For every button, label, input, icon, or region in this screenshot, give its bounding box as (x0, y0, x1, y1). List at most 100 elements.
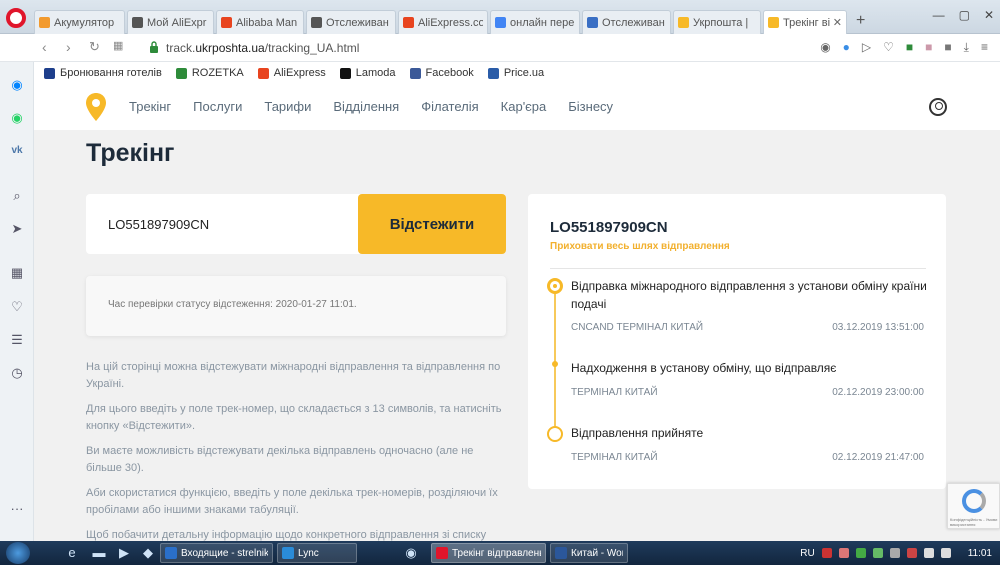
search-icon[interactable]: ⌕ (10, 189, 24, 203)
start-button[interactable] (6, 542, 30, 564)
forward-icon[interactable]: › (66, 39, 71, 55)
back-icon[interactable]: ‹ (42, 39, 47, 55)
browser-tab[interactable]: Укрпошта | (673, 10, 761, 34)
browser-tab[interactable]: Трекінг відп✕ (763, 10, 847, 34)
tray-app-icon[interactable] (838, 548, 849, 558)
site-nav-item[interactable]: Бізнесу (568, 99, 613, 114)
menu-icon[interactable]: ≡ (981, 40, 988, 55)
bookmark-label: AliExpress (273, 67, 326, 79)
bookmark-label: ROZETKA (191, 67, 244, 79)
vk-icon[interactable]: vk (10, 144, 24, 158)
heart-icon[interactable]: ♡ (10, 300, 24, 314)
close-window-icon[interactable]: ✕ (984, 8, 994, 22)
app-icon[interactable]: ◆ (140, 545, 156, 561)
ie-icon[interactable]: e (64, 545, 80, 561)
reload-icon[interactable]: ↻ (89, 39, 100, 55)
tab-label: Отслеживан (602, 16, 665, 29)
tray-app-icon[interactable] (872, 548, 883, 558)
browser-tab[interactable]: AliExpress.co (398, 10, 488, 34)
folder-icon[interactable]: ▬ (91, 545, 107, 561)
network-icon[interactable] (923, 548, 934, 558)
track-number-input[interactable] (86, 194, 358, 254)
bookmark-favicon-icon (44, 67, 55, 79)
more-icon[interactable]: ··· (10, 502, 24, 516)
task-app-icon (555, 547, 567, 559)
site-nav-item[interactable]: Тарифи (264, 99, 311, 114)
site-nav-item[interactable]: Послуги (193, 99, 242, 114)
bookmark-favicon-icon (339, 67, 351, 79)
site-nav-item[interactable]: Трекінг (129, 99, 171, 114)
track-button[interactable]: Відстежити (358, 194, 506, 254)
whatsapp-icon[interactable]: ◉ (10, 111, 24, 125)
tray-app-icon[interactable] (889, 548, 900, 558)
timeline-start-dot-icon (547, 426, 563, 442)
heart-icon[interactable]: ♡ (883, 40, 894, 55)
download-icon[interactable]: ⤓ (964, 40, 969, 55)
bookmark-item[interactable]: AliExpress (257, 67, 326, 79)
bookmark-favicon-icon (409, 67, 421, 79)
bookmark-label: Price.ua (503, 67, 545, 79)
speed-dial-icon[interactable]: ▦ (113, 39, 123, 52)
bookmark-item[interactable]: ROZETKA (175, 67, 244, 79)
browser-tab[interactable]: Отслеживан (582, 10, 671, 34)
camera-icon[interactable]: ◉ (820, 40, 830, 55)
browser-tab[interactable]: онлайн пере (490, 10, 580, 34)
language-indicator[interactable]: RU (800, 548, 814, 559)
speed-dial-icon[interactable]: ▦ (10, 266, 24, 280)
tab-favicon-icon (495, 17, 506, 28)
send-icon[interactable]: ➤ (10, 222, 24, 236)
site-nav-item[interactable]: Кар'єра (501, 99, 547, 114)
site-nav: Трекінг Послуги Тарифи Відділення Філателія К… (129, 99, 613, 114)
notes-icon[interactable]: ☰ (10, 333, 24, 347)
taskbar-task[interactable]: Lync (277, 543, 357, 563)
recaptcha-badge[interactable]: Конфіденційність - Умови використання (947, 483, 1000, 529)
bookmark-item[interactable]: Price.ua (487, 67, 545, 79)
tab-label: Мой AliExpr (147, 16, 207, 29)
media-icon[interactable]: ▶ (116, 545, 132, 561)
taskbar-task[interactable]: Китай - Word (550, 543, 628, 563)
tray-app-icon[interactable] (821, 548, 832, 558)
extension-icon[interactable]: ■ (906, 40, 913, 55)
browser-tab[interactable]: Alibaba Man (216, 10, 304, 34)
close-tab-icon[interactable]: ✕ (833, 16, 842, 29)
task-label: Трекінг відправлень... (452, 547, 541, 559)
tray-app-icon[interactable] (906, 548, 917, 558)
bookmark-item[interactable]: Бронювання готелів (44, 67, 162, 79)
tab-favicon-icon (587, 17, 598, 28)
shield-icon[interactable]: ● (843, 40, 850, 55)
task-app-icon (165, 547, 177, 559)
window-controls: — ▢ ✕ (933, 8, 994, 22)
browser-tab[interactable]: Мой AliExpr (127, 10, 214, 34)
send-icon[interactable]: ▷ (862, 40, 871, 55)
taskbar-task[interactable]: Трекінг відправлень... (431, 543, 546, 563)
volume-icon[interactable] (940, 548, 951, 558)
result-track-number: LO551897909CN (550, 219, 668, 236)
task-label: Входящие - strelniko... (181, 547, 268, 559)
site-nav-item[interactable]: Відділення (333, 99, 399, 114)
opera-menu-icon[interactable] (6, 8, 26, 28)
new-tab-button[interactable]: + (856, 12, 865, 30)
browser-tab[interactable]: Акумулятор (34, 10, 125, 34)
url-field[interactable]: track.ukrposhta.ua/tracking_UA.html (166, 41, 359, 55)
messenger-icon[interactable]: ◉ (10, 78, 24, 92)
tray-app-icon[interactable] (855, 548, 866, 558)
minimize-icon[interactable]: — (933, 8, 945, 22)
user-account-icon[interactable] (929, 98, 947, 116)
bookmark-item[interactable]: Facebook (409, 67, 474, 79)
task-label: Lync (298, 547, 319, 559)
chrome-icon[interactable]: ◉ (403, 545, 419, 561)
browser-tab[interactable]: Отслеживан (306, 10, 396, 34)
recaptcha-terms: Конфіденційність - Умови використання (950, 517, 998, 527)
site-nav-item[interactable]: Філателія (421, 99, 478, 114)
extension-icon[interactable]: ■ (944, 40, 951, 55)
tab-label: Укрпошта | (693, 16, 749, 29)
maximize-icon[interactable]: ▢ (959, 8, 970, 22)
ukrposhta-logo-icon[interactable] (85, 92, 107, 122)
tab-label: AliExpress.co (418, 16, 483, 29)
clock[interactable]: 11:01 (968, 548, 992, 559)
history-icon[interactable]: ◷ (10, 366, 24, 380)
extension-icon[interactable]: ■ (925, 40, 932, 55)
hide-route-link[interactable]: Приховати весь шлях відправлення (550, 241, 730, 252)
bookmark-item[interactable]: Lamoda (339, 67, 396, 79)
taskbar-task[interactable]: Входящие - strelniko... (160, 543, 273, 563)
